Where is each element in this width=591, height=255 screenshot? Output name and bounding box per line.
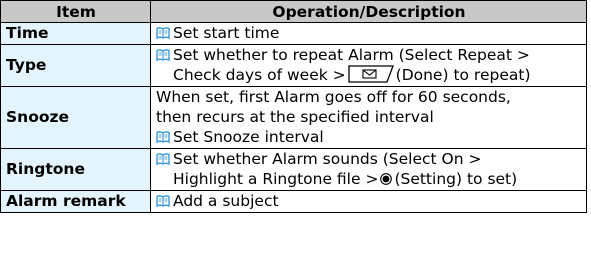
- book-icon: [156, 27, 170, 39]
- desc-line: Add a subject: [156, 192, 582, 212]
- desc-line: Highlight a Ringtone file > (Setting) to …: [156, 169, 582, 189]
- desc-line: Set start time: [156, 24, 582, 44]
- table-row-ringtone: Ringtone Set whether Alarm sounds (Selec…: [0, 148, 587, 191]
- table-row-alarm-remark: Alarm remark Add a subject: [0, 190, 587, 213]
- item-alarm-remark: Alarm remark: [0, 190, 151, 213]
- desc-line: When set, first Alarm goes off for 60 se…: [156, 88, 511, 106]
- table-row-snooze: Snooze When set, first Alarm goes off fo…: [0, 86, 587, 149]
- item-snooze: Snooze: [0, 86, 151, 149]
- desc-text: Set Snooze interval: [173, 128, 324, 146]
- book-icon: [156, 195, 170, 207]
- desc-line: Set Snooze interval: [156, 127, 582, 147]
- book-icon: [156, 131, 170, 143]
- desc-text: Set start time: [173, 24, 280, 42]
- table-header-row: Item Operation/Description: [0, 0, 587, 23]
- table-row-time: Time Set start time: [0, 22, 587, 45]
- desc-alarm-remark: Add a subject: [150, 190, 587, 213]
- item-type: Type: [0, 44, 151, 87]
- desc-line: Set whether to repeat Alarm (Select Repe…: [156, 46, 582, 66]
- desc-text: Highlight a Ringtone file >: [173, 170, 379, 188]
- header-operation-description: Operation/Description: [150, 0, 587, 23]
- desc-text: Add a subject: [173, 192, 279, 210]
- item-ringtone: Ringtone: [0, 148, 151, 191]
- desc-text: (Setting) to set): [394, 170, 518, 188]
- desc-line: Check days of week > (Done) to repeat): [156, 65, 582, 85]
- operation-table: Item Operation/Description Time Set star…: [0, 0, 587, 213]
- desc-time: Set start time: [150, 22, 587, 45]
- desc-text: Set whether to repeat Alarm (Select Repe…: [173, 46, 530, 64]
- header-item: Item: [0, 0, 151, 23]
- table-row-type: Type Set whether to repeat Alarm (Select…: [0, 44, 587, 87]
- desc-text: Set whether Alarm sounds (Select On >: [173, 150, 482, 168]
- item-time: Time: [0, 22, 151, 45]
- book-icon: [156, 49, 170, 61]
- desc-snooze: When set, first Alarm goes off for 60 se…: [150, 86, 587, 149]
- desc-line: then recurs at the specified interval: [156, 108, 434, 126]
- desc-type: Set whether to repeat Alarm (Select Repe…: [150, 44, 587, 87]
- center-key-icon: [380, 173, 393, 185]
- desc-line: Set whether Alarm sounds (Select On >: [156, 150, 582, 170]
- desc-ringtone: Set whether Alarm sounds (Select On > Hi…: [150, 148, 587, 191]
- desc-text: (Done) to repeat): [395, 66, 531, 84]
- book-icon: [156, 153, 170, 165]
- mail-softkey-icon: [347, 65, 394, 83]
- desc-text: Check days of week >: [173, 66, 346, 84]
